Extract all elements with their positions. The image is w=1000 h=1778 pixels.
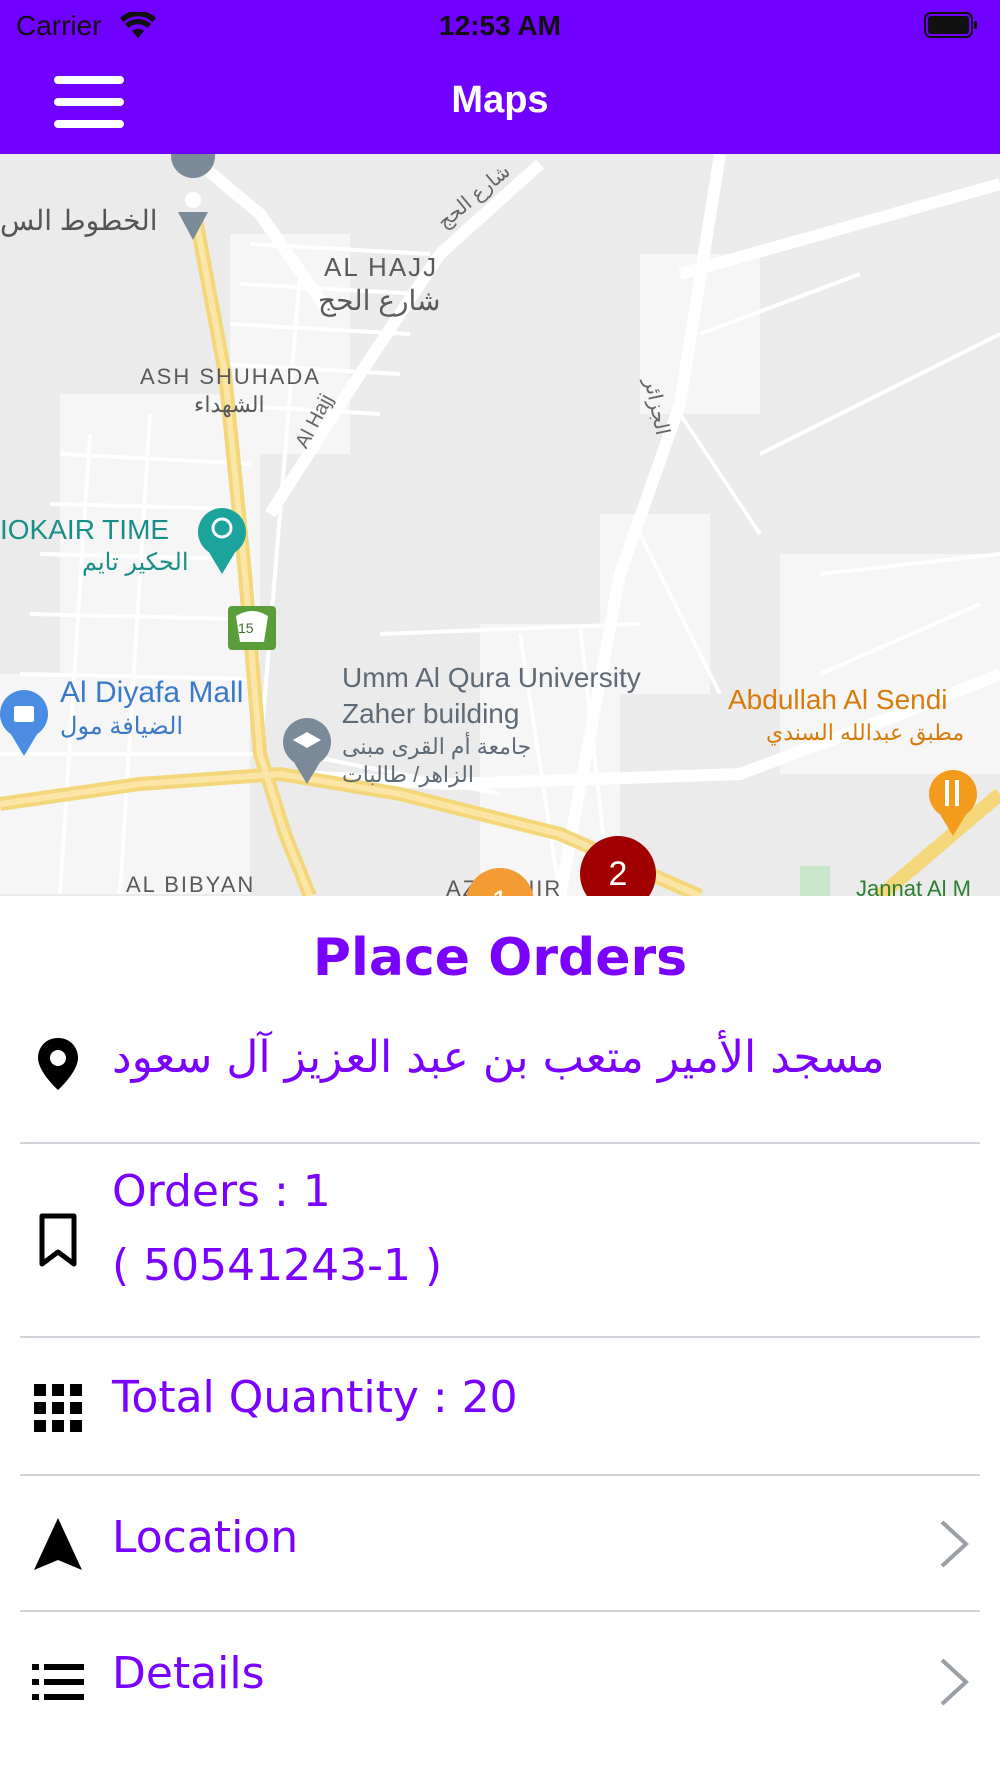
bookmark-icon bbox=[39, 1213, 77, 1267]
map-label: شارع الحج bbox=[318, 285, 441, 316]
chevron-right-icon bbox=[940, 1658, 969, 1706]
order-ids: ( 50541243-1 ) bbox=[112, 1240, 443, 1291]
clock: 12:53 AM bbox=[439, 10, 561, 41]
location-row[interactable]: Location bbox=[20, 1478, 980, 1610]
page-title: Maps bbox=[451, 79, 549, 121]
map-label: Al Diyafa Mall bbox=[60, 676, 244, 709]
divider bbox=[20, 1610, 980, 1612]
cluster-count: 1 bbox=[492, 885, 509, 896]
cluster-count: 2 bbox=[608, 855, 628, 893]
orders-count: Orders : 1 bbox=[112, 1166, 331, 1217]
status-bar: Carrier 12:53 AM bbox=[0, 0, 1000, 52]
details-label: Details bbox=[112, 1648, 265, 1699]
chevron-right-icon bbox=[940, 1520, 969, 1568]
divider bbox=[20, 1474, 980, 1476]
map-label: الضيافة مول bbox=[60, 713, 184, 740]
battery-icon bbox=[924, 12, 977, 38]
map-label: Abdullah Al Sendi bbox=[728, 684, 948, 715]
location-label: Location bbox=[112, 1512, 299, 1563]
total-quantity-row: Total Quantity : 20 bbox=[20, 1340, 980, 1470]
map-label: الزاهر/ طالبات bbox=[342, 762, 474, 787]
divider bbox=[20, 1142, 980, 1144]
map-label: مطبق عبدالله السندي bbox=[766, 720, 965, 745]
map-label: AL BIBYAN bbox=[126, 872, 256, 896]
map-label: Zaher building bbox=[342, 698, 520, 729]
navigation-arrow-icon bbox=[34, 1518, 82, 1570]
navigation-bar: Maps bbox=[0, 52, 1000, 154]
location-pin-icon bbox=[38, 1038, 78, 1090]
map-label: Jannat Al M bbox=[856, 876, 971, 896]
list-icon bbox=[32, 1664, 84, 1700]
divider bbox=[20, 1336, 980, 1338]
place-name-row: مسجد الأمير متعب بن عبد العزيز آل سعود bbox=[20, 1022, 980, 1122]
map-label: Umm Al Qura University bbox=[342, 662, 641, 693]
orders-row: Orders : 1 ( 50541243-1 ) bbox=[20, 1146, 980, 1332]
map-label: IOKAIR TIME bbox=[0, 514, 170, 545]
map-label: الشهداء bbox=[194, 392, 265, 417]
route-shield-label: 15 bbox=[238, 620, 254, 636]
place-orders-panel: Place Orders مسجد الأمير متعب بن عبد الع… bbox=[0, 896, 1000, 1778]
grid-icon bbox=[34, 1384, 82, 1432]
details-row[interactable]: Details bbox=[20, 1614, 980, 1750]
place-name: مسجد الأمير متعب بن عبد العزيز آل سعود bbox=[112, 1032, 885, 1083]
map-view[interactable]: الخطوط الس AL HAJJ شارع الحج شارع الحج A… bbox=[0, 154, 1000, 896]
map-label: الخطوط الس bbox=[0, 205, 158, 236]
map-label: AL HAJJ bbox=[324, 252, 439, 282]
map-label: الحكير تايم bbox=[82, 549, 189, 576]
panel-title: Place Orders bbox=[312, 928, 688, 988]
map-label: ASH SHUHADA bbox=[140, 364, 321, 389]
total-quantity: Total Quantity : 20 bbox=[112, 1372, 518, 1423]
map-label: جامعة أم القرى مبنى bbox=[342, 734, 532, 759]
